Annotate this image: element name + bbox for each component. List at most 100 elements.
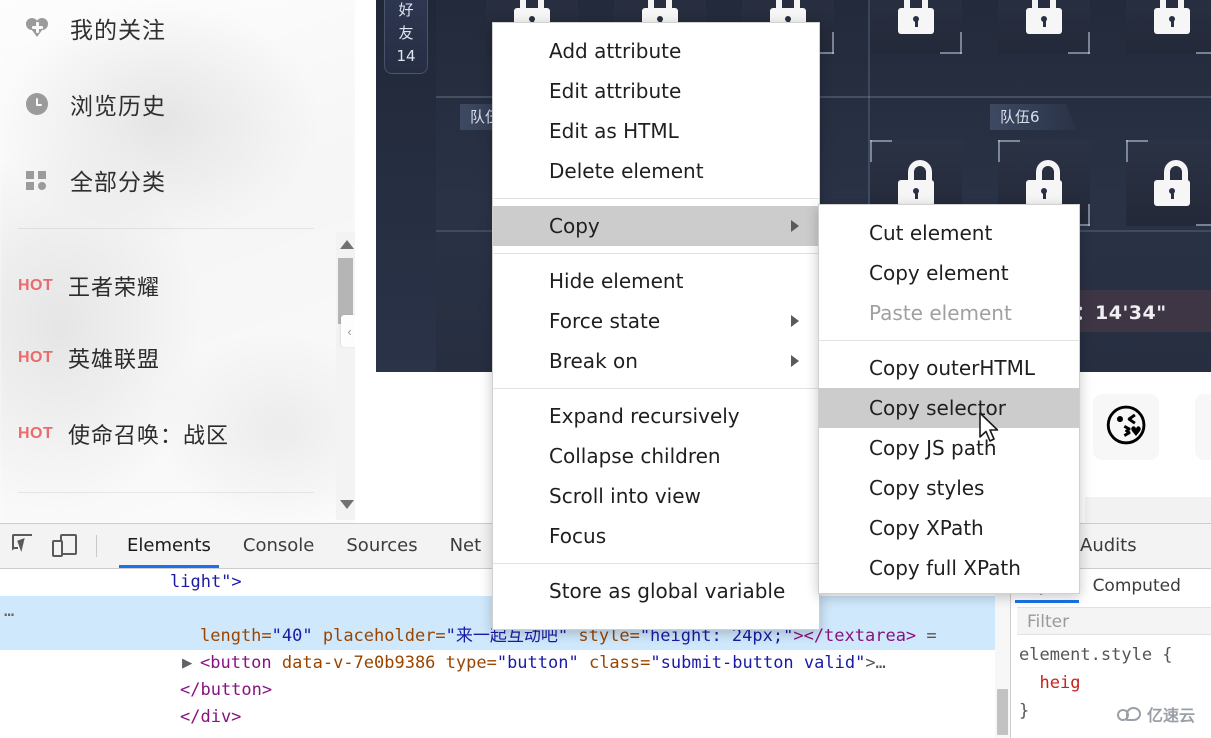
menu-item-label: Cut element bbox=[869, 221, 992, 245]
menu-item-label: Edit as HTML bbox=[549, 119, 679, 143]
emoji-item[interactable]: 😘 bbox=[1093, 394, 1159, 460]
dom-line[interactable]: </button> bbox=[0, 677, 1010, 704]
sidebar-item-label: 浏览历史 bbox=[70, 87, 166, 121]
list-item-label: 王者荣耀 bbox=[68, 270, 160, 302]
menu-item-hide-element[interactable]: Hide element bbox=[493, 261, 819, 301]
menu-item-label: Break on bbox=[549, 349, 638, 373]
dom-line[interactable]: </div> bbox=[0, 704, 1010, 731]
expand-triangle-icon[interactable]: ▶ bbox=[182, 650, 192, 677]
unlocked-lock-icon bbox=[895, 160, 937, 206]
styles-filter-input[interactable]: Filter bbox=[1017, 607, 1211, 635]
team-slot[interactable] bbox=[870, 0, 962, 54]
menu-item-collapse-children[interactable]: Collapse children bbox=[493, 436, 819, 476]
menu-item-label: Edit attribute bbox=[549, 79, 681, 103]
tab-sources[interactable]: Sources bbox=[330, 524, 433, 568]
inspect-element-icon[interactable] bbox=[12, 534, 36, 558]
menu-item-cut-element[interactable]: Cut element bbox=[819, 213, 1079, 253]
dom-line[interactable]: ▶ <button data-v-7e0b9386 type="button" c… bbox=[0, 650, 1010, 677]
menu-item-delete-element[interactable]: Delete element bbox=[493, 151, 819, 191]
dom-punc: = bbox=[916, 626, 936, 646]
menu-item-break-on[interactable]: Break on bbox=[493, 341, 819, 381]
menu-separator bbox=[493, 198, 819, 199]
tab-elements[interactable]: Elements bbox=[111, 524, 227, 568]
menu-separator bbox=[493, 388, 819, 389]
context-submenu-copy[interactable]: Cut element Copy element Paste element C… bbox=[818, 204, 1080, 594]
menu-item-label: Delete element bbox=[549, 159, 704, 183]
menu-item-label: Copy element bbox=[869, 261, 1009, 285]
menu-item-scroll-into-view[interactable]: Scroll into view bbox=[493, 476, 819, 516]
dom-value: "button" bbox=[497, 653, 579, 673]
team-slot[interactable] bbox=[1126, 0, 1211, 54]
dom-attr: placeholder= bbox=[313, 626, 446, 646]
menu-item-copy-js-path[interactable]: Copy JS path bbox=[819, 428, 1079, 468]
menu-item-force-state[interactable]: Force state bbox=[493, 301, 819, 341]
tab-network[interactable]: Net bbox=[434, 524, 498, 568]
chevron-right-icon bbox=[791, 315, 799, 327]
friends-tab[interactable]: 好 友 14 bbox=[384, 0, 428, 74]
menu-item-label: Copy bbox=[549, 214, 600, 238]
emoji-panel-footer bbox=[1085, 497, 1211, 523]
dom-attr: class= bbox=[579, 653, 651, 673]
sidebar-item-history[interactable]: 浏览历史 bbox=[0, 76, 340, 132]
list-item[interactable]: HOT 王者荣耀 bbox=[0, 258, 330, 314]
hot-badge: HOT bbox=[0, 425, 52, 443]
collapse-sidebar-button[interactable]: ‹ bbox=[341, 315, 355, 347]
team-slot[interactable] bbox=[998, 0, 1090, 54]
list-item[interactable]: HOT 英雄联盟 bbox=[0, 330, 330, 386]
menu-item-copy-full-xpath[interactable]: Copy full XPath bbox=[819, 548, 1079, 588]
menu-item-copy-xpath[interactable]: Copy XPath bbox=[819, 508, 1079, 548]
site-sidebar: 我的关注 浏览历史 全部分类 HOT 王者荣耀 HOT 英雄联盟 bbox=[0, 0, 355, 523]
menu-item-edit-as-html[interactable]: Edit as HTML bbox=[493, 111, 819, 151]
menu-item-edit-attribute[interactable]: Edit attribute bbox=[493, 71, 819, 111]
context-menu[interactable]: Add attribute Edit attribute Edit as HTM… bbox=[492, 22, 820, 630]
menu-separator bbox=[819, 340, 1079, 341]
chevron-left-icon: ‹ bbox=[347, 324, 351, 339]
scroll-down-arrow-icon[interactable] bbox=[340, 500, 354, 509]
dom-attr: data-v-7e0b9386 type= bbox=[272, 653, 497, 673]
mouse-cursor bbox=[978, 412, 1000, 444]
dom-value: "submit-button valid" bbox=[650, 653, 865, 673]
menu-item-label: Scroll into view bbox=[549, 484, 701, 508]
menu-separator bbox=[493, 253, 819, 254]
menu-separator bbox=[493, 563, 819, 564]
cloud-logo-icon bbox=[1117, 706, 1143, 722]
emoji-item-partial[interactable] bbox=[1195, 394, 1211, 460]
sidebar-item-all-categories[interactable]: 全部分类 bbox=[0, 152, 340, 208]
sidebar-item-my-follow[interactable]: 我的关注 bbox=[0, 0, 340, 56]
scroll-up-arrow-icon[interactable] bbox=[340, 240, 354, 249]
dom-tag: <button bbox=[200, 653, 272, 673]
menu-item-label: Copy XPath bbox=[869, 516, 984, 540]
divider bbox=[18, 492, 314, 493]
menu-item-copy-styles[interactable]: Copy styles bbox=[819, 468, 1079, 508]
team-slot[interactable] bbox=[1126, 140, 1211, 226]
dom-text: light"> bbox=[170, 572, 242, 592]
emoji-picker-panel[interactable]: 😘 bbox=[1085, 372, 1211, 507]
tab-console[interactable]: Console bbox=[227, 524, 330, 568]
style-property[interactable]: heig bbox=[1039, 673, 1080, 693]
clock-icon bbox=[24, 91, 50, 117]
menu-item-focus[interactable]: Focus bbox=[493, 516, 819, 556]
dom-scrollbar-thumb[interactable] bbox=[997, 689, 1008, 735]
unlocked-lock-icon bbox=[1151, 160, 1193, 206]
menu-item-label: Copy styles bbox=[869, 476, 984, 500]
menu-item-copy-selector[interactable]: Copy selector bbox=[819, 388, 1079, 428]
menu-item-copy-outerhtml[interactable]: Copy outerHTML bbox=[819, 348, 1079, 388]
menu-item-store-as-global-variable[interactable]: Store as global variable bbox=[493, 571, 819, 611]
menu-item-copy[interactable]: Copy bbox=[493, 206, 819, 246]
list-item[interactable]: HOT 使命召唤：战区 bbox=[0, 406, 330, 462]
hot-badge: HOT bbox=[0, 277, 52, 295]
list-item-label: 英雄联盟 bbox=[68, 342, 160, 374]
menu-item-add-attribute[interactable]: Add attribute bbox=[493, 31, 819, 71]
chevron-right-icon bbox=[791, 220, 799, 232]
sidebar-item-label: 我的关注 bbox=[70, 11, 166, 45]
dom-attr: length= bbox=[200, 626, 272, 646]
heart-plus-icon bbox=[24, 15, 50, 41]
menu-item-expand-recursively[interactable]: Expand recursively bbox=[493, 396, 819, 436]
divider bbox=[96, 535, 97, 557]
device-toolbar-icon[interactable] bbox=[52, 534, 78, 558]
watermark-text: 亿速云 bbox=[1147, 702, 1195, 726]
tab-computed[interactable]: Computed bbox=[1083, 570, 1191, 603]
style-rule-close: } bbox=[1019, 701, 1029, 721]
menu-item-copy-element[interactable]: Copy element bbox=[819, 253, 1079, 293]
menu-item-paste-element: Paste element bbox=[819, 293, 1079, 333]
